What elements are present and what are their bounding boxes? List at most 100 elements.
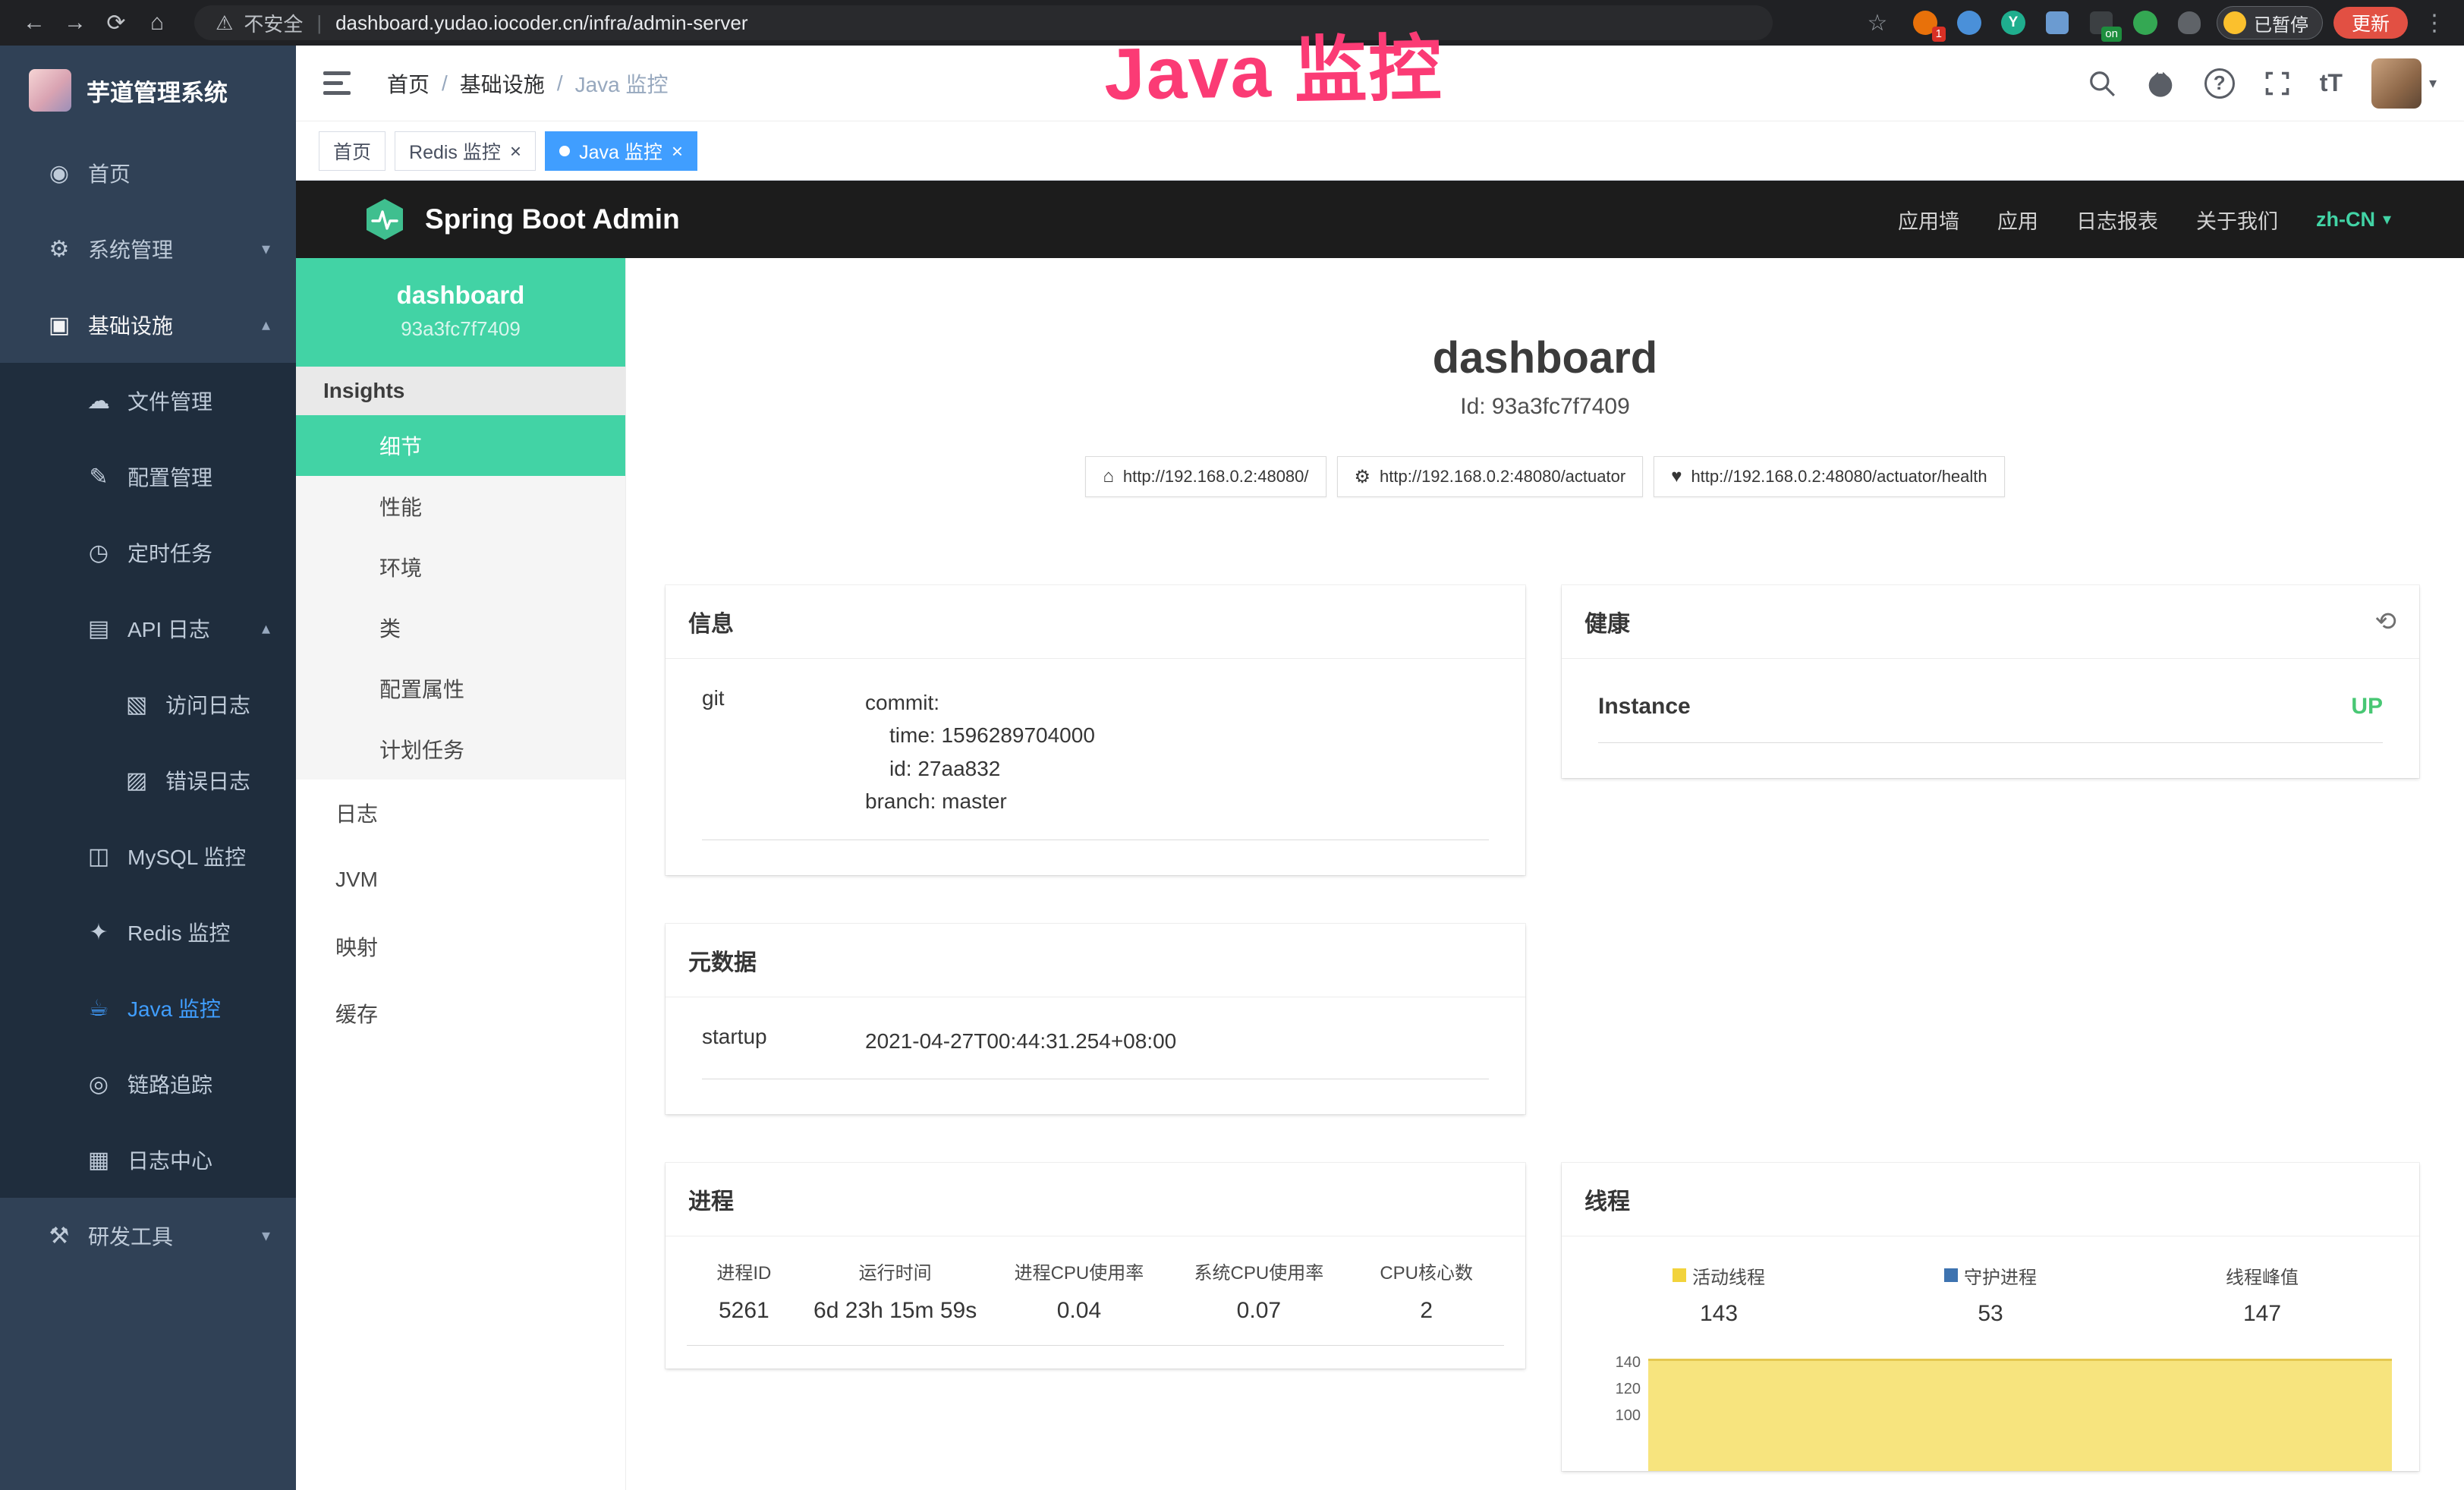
sba-item-config-props[interactable]: 配置属性	[296, 658, 625, 719]
sba-nav-applications[interactable]: 应用	[1997, 205, 2038, 235]
user-avatar[interactable]: ▾	[2371, 58, 2437, 109]
forward-icon[interactable]: →	[55, 5, 96, 40]
sba-item-mappings[interactable]: 映射	[296, 913, 625, 980]
sidebar-item-config-management[interactable]: ✎配置管理	[0, 439, 296, 515]
sba-item-environment[interactable]: 环境	[296, 537, 625, 597]
history-icon[interactable]: ⟲	[2375, 606, 2397, 637]
process-header-row: 进程ID 运行时间 进程CPU使用率 系统CPU使用率 CPU核心数	[687, 1252, 1504, 1292]
cloud-icon: ☁	[79, 388, 118, 414]
sba-logo-icon	[363, 197, 407, 241]
edit-icon: ✎	[79, 464, 118, 490]
page-title: dashboard	[626, 332, 2464, 383]
sba-brand[interactable]: Spring Boot Admin	[363, 197, 680, 241]
actuator-url-button[interactable]: ⚙http://192.168.0.2:48080/actuator	[1337, 456, 1644, 497]
page: ← → ⟳ ⌂ ⚠ 不安全 | dashboard.yudao.iocoder.…	[0, 0, 2464, 1490]
extension-badge: 1	[1932, 27, 1946, 42]
security-label: 不安全	[244, 9, 303, 37]
metadata-card: 元数据 startup 2021-04-27T00:44:31.254+08:0…	[666, 924, 1525, 1114]
sba-instance-block[interactable]: dashboard 93a3fc7f7409	[296, 258, 625, 367]
cards-grid: 信息 git commit: time: 1596289704000 id: 2…	[666, 585, 2464, 1471]
sidebar-item-tracing[interactable]: ◎链路追踪	[0, 1046, 296, 1122]
extension-icon[interactable]	[2173, 6, 2206, 39]
sidebar-item-java-monitor[interactable]: ☕Java 监控	[0, 970, 296, 1046]
sidebar-item-system[interactable]: ⚙系统管理▾	[0, 211, 296, 287]
tag-java-monitor[interactable]: Java 监控×	[545, 131, 697, 171]
github-icon[interactable]	[2145, 68, 2176, 99]
extension-icon[interactable]	[2129, 6, 2162, 39]
extension-icon[interactable]: on	[2085, 6, 2118, 39]
tag-redis-monitor[interactable]: Redis 监控×	[395, 131, 536, 171]
sba-item-scheduled[interactable]: 计划任务	[296, 719, 625, 780]
bookmark-star-icon[interactable]: ☆	[1857, 5, 1898, 40]
sidebar-item-dev-tools[interactable]: ⚒研发工具▾	[0, 1198, 296, 1274]
help-icon[interactable]: ?	[2204, 68, 2235, 99]
close-icon[interactable]: ×	[510, 141, 521, 161]
sidebar-item-access-logs[interactable]: ▧访问日志	[0, 666, 296, 742]
java-icon: ☕	[79, 995, 118, 1022]
close-icon[interactable]: ×	[672, 141, 683, 161]
sidebar-item-redis-monitor[interactable]: ✦Redis 监控	[0, 894, 296, 970]
profile-paused-badge[interactable]: 已暂停	[2217, 6, 2323, 39]
font-size-icon[interactable]: tT	[2320, 69, 2343, 97]
health-instance-label: Instance	[1598, 694, 1691, 720]
sidebar-item-scheduled-tasks[interactable]: ◷定时任务	[0, 515, 296, 591]
header-actions: ? tT ▾	[2088, 58, 2437, 109]
sidebar-menu: ◉首页 ⚙系统管理▾ ▣基础设施▴ ☁文件管理 ✎配置管理 ◷定时任务 ▤API…	[0, 135, 296, 1274]
tag-home[interactable]: 首页	[319, 131, 385, 171]
paused-label: 已暂停	[2254, 10, 2308, 36]
sba-item-caches[interactable]: 缓存	[296, 980, 625, 1047]
sba-item-classes[interactable]: 类	[296, 597, 625, 658]
breadcrumb-home[interactable]: 首页	[387, 68, 430, 99]
sidebar-item-infrastructure[interactable]: ▣基础设施▴	[0, 287, 296, 363]
sba-nav-journal[interactable]: 日志报表	[2076, 205, 2158, 235]
sba-item-metrics[interactable]: 性能	[296, 476, 625, 537]
sidebar-item-error-logs[interactable]: ▨错误日志	[0, 742, 296, 818]
breadcrumb-infrastructure[interactable]: 基础设施	[460, 68, 545, 99]
chrome-menu-icon[interactable]: ⋮	[2418, 10, 2450, 36]
avatar-face-icon	[2223, 11, 2246, 34]
sba-item-details[interactable]: 细节	[296, 415, 625, 476]
service-url-button[interactable]: ⌂http://192.168.0.2:48080/	[1085, 456, 1326, 497]
sba-nav-about[interactable]: 关于我们	[2196, 205, 2278, 235]
info-card: 信息 git commit: time: 1596289704000 id: 2…	[666, 585, 1525, 875]
sba-language-select[interactable]: zh-CN▾	[2316, 208, 2391, 232]
process-card-title: 进程	[688, 1183, 734, 1216]
database-icon: ◫	[79, 843, 118, 870]
sba-nav-wallboard[interactable]: 应用墙	[1898, 205, 1959, 235]
sidebar-item-file-management[interactable]: ☁文件管理	[0, 363, 296, 439]
instance-name: dashboard	[304, 281, 618, 310]
log-error-icon: ▨	[117, 767, 156, 794]
extension-icon[interactable]	[1953, 6, 1986, 39]
heart-icon: ♥	[1671, 466, 1682, 487]
sba-nav: 应用墙 应用 日志报表 关于我们 zh-CN▾	[1898, 205, 2391, 235]
address-bar[interactable]: ⚠ 不安全 | dashboard.yudao.iocoder.cn/infra…	[194, 5, 1773, 40]
hamburger-icon[interactable]	[323, 68, 357, 99]
app-logo-row: 芋道管理系统	[0, 46, 296, 135]
info-card-title: 信息	[688, 605, 734, 638]
search-icon[interactable]	[2088, 69, 2116, 98]
sidebar-item-home[interactable]: ◉首页	[0, 135, 296, 211]
chrome-update-button[interactable]: 更新	[2333, 7, 2408, 39]
sba-item-logs[interactable]: 日志	[296, 780, 625, 846]
threads-card: 线程 活动线程 143 守护进程 53	[1562, 1163, 2419, 1471]
chevron-down-icon: ▾	[2383, 209, 2391, 229]
extension-icon[interactable]	[2041, 6, 2074, 39]
threads-chart: 140 120 100	[1583, 1350, 2398, 1471]
sba-item-jvm[interactable]: JVM	[296, 846, 625, 913]
address-separator: |	[313, 11, 325, 35]
dashboard-icon: ◉	[39, 160, 79, 187]
sidebar-item-api-logs[interactable]: ▤API 日志▴	[0, 591, 296, 666]
extension-icon[interactable]: 1	[1909, 6, 1942, 39]
sidebar-item-log-center[interactable]: ▦日志中心	[0, 1122, 296, 1198]
threads-legend: 活动线程 143 守护进程 53 线程峰值 14	[1583, 1252, 2398, 1327]
annotation-text: Java 监控	[1103, 9, 1444, 121]
sidebar-item-mysql-monitor[interactable]: ◫MySQL 监控	[0, 818, 296, 894]
extension-icon[interactable]: Y	[1997, 6, 2030, 39]
health-url-button[interactable]: ♥http://192.168.0.2:48080/actuator/healt…	[1654, 456, 2004, 497]
home-icon[interactable]: ⌂	[137, 5, 178, 40]
status-badge: UP	[2351, 694, 2383, 720]
refresh-icon[interactable]: ⟳	[96, 5, 137, 40]
back-icon[interactable]: ←	[14, 5, 55, 40]
fullscreen-icon[interactable]	[2264, 70, 2291, 97]
extension-letter: Y	[2009, 14, 2019, 31]
